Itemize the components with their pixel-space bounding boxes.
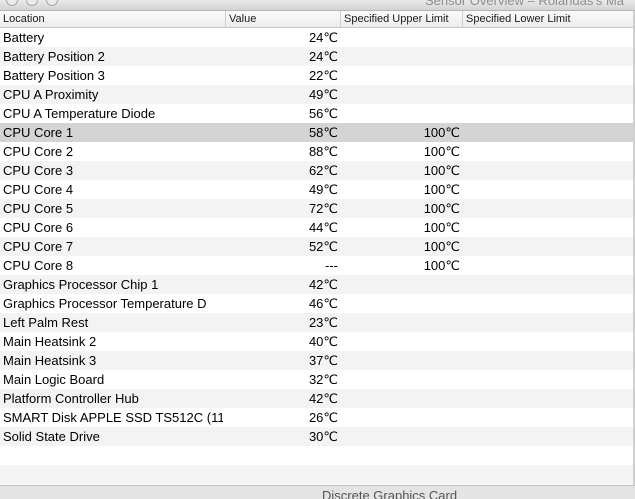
table-row[interactable]: CPU Core 6 44℃ 100℃ (0, 218, 635, 237)
table-row[interactable]: Main Heatsink 3 37℃ (0, 351, 635, 370)
row-location: Main Logic Board (3, 372, 105, 387)
row-value: 49℃ (308, 182, 338, 197)
column-header-value[interactable]: Value (226, 11, 341, 27)
table-row[interactable]: Main Logic Board 32℃ (0, 370, 635, 389)
row-location: Left Palm Rest (3, 315, 89, 330)
table-header: Location Value Specified Upper Limit Spe… (0, 11, 635, 28)
column-header-lower-limit[interactable]: Specified Lower Limit (463, 11, 635, 27)
row-location: CPU Core 3 (3, 163, 74, 178)
row-value: 42℃ (308, 277, 338, 292)
background-window-strip: Discrete Graphics Card (0, 485, 635, 499)
column-header-location[interactable]: Location (0, 11, 226, 27)
table-row[interactable]: CPU A Temperature Diode 56℃ (0, 104, 635, 123)
table-row[interactable]: CPU A Proximity 49℃ (0, 85, 635, 104)
row-value: 72℃ (308, 201, 338, 216)
row-location: CPU Core 5 (3, 201, 74, 216)
row-value: 24℃ (308, 30, 338, 45)
column-header-upper-limit[interactable]: Specified Upper Limit (341, 11, 463, 27)
table-row[interactable]: Left Palm Rest 23℃ (0, 313, 635, 332)
row-upper-limit: 100℃ (423, 182, 460, 197)
row-upper-limit: 100℃ (423, 220, 460, 235)
sensor-table-body: Battery 24℃ Battery Position 2 24℃ Battery P… (0, 28, 635, 446)
row-location: Graphics Processor Temperature D (3, 296, 207, 311)
row-value: 26℃ (308, 410, 338, 425)
minimize-window-button[interactable] (26, 0, 38, 6)
table-row[interactable]: Solid State Drive 30℃ (0, 427, 635, 446)
row-value: 49℃ (308, 87, 338, 102)
row-value: 23℃ (308, 315, 338, 330)
row-value: 32℃ (308, 372, 338, 387)
row-location: CPU Core 8 (3, 258, 74, 273)
row-location: Platform Controller Hub (3, 391, 139, 406)
row-value: 62℃ (308, 163, 338, 178)
table-row[interactable]: Battery 24℃ (0, 28, 635, 47)
row-value: 52℃ (308, 239, 338, 254)
row-value: 40℃ (308, 334, 338, 349)
table-row[interactable]: Main Heatsink 2 40℃ (0, 332, 635, 351)
table-row[interactable]: CPU Core 5 72℃ 100℃ (0, 199, 635, 218)
row-value: --- (325, 258, 338, 273)
row-location: Main Heatsink 2 (3, 334, 97, 349)
window-title: Sensor Overview – Rolandas's Ma (425, 0, 625, 8)
row-location: CPU Core 6 (3, 220, 74, 235)
row-location: CPU Core 4 (3, 182, 74, 197)
table-row[interactable]: CPU Core 8 --- 100℃ (0, 256, 635, 275)
row-location: Battery Position 3 (3, 68, 105, 83)
row-location: CPU A Temperature Diode (3, 106, 156, 121)
table-row[interactable]: CPU Core 1 58℃ 100℃ (0, 123, 635, 142)
row-value: 30℃ (308, 429, 338, 444)
row-value: 56℃ (308, 106, 338, 121)
row-upper-limit: 100℃ (423, 239, 460, 254)
close-window-button[interactable] (6, 0, 18, 6)
table-row[interactable]: Battery Position 2 24℃ (0, 47, 635, 66)
empty-row (0, 465, 635, 484)
table-row[interactable]: Battery Position 3 22℃ (0, 66, 635, 85)
row-value: 22℃ (308, 68, 338, 83)
row-upper-limit: 100℃ (423, 163, 460, 178)
table-row[interactable]: CPU Core 2 88℃ 100℃ (0, 142, 635, 161)
row-location: CPU Core 2 (3, 144, 74, 159)
table-row[interactable]: Graphics Processor Temperature D 46℃ (0, 294, 635, 313)
row-upper-limit: 100℃ (423, 258, 460, 273)
row-location: CPU A Proximity (3, 87, 99, 102)
table-row[interactable]: Graphics Processor Chip 1 42℃ (0, 275, 635, 294)
row-upper-limit: 100℃ (423, 144, 460, 159)
row-location: Solid State Drive (3, 429, 100, 444)
row-value: 42℃ (308, 391, 338, 406)
table-row[interactable]: CPU Core 7 52℃ 100℃ (0, 237, 635, 256)
row-value: 24℃ (308, 49, 338, 64)
row-value: 88℃ (308, 144, 338, 159)
row-location: Battery (3, 30, 45, 45)
row-location: Graphics Processor Chip 1 (3, 277, 159, 292)
table-row[interactable]: CPU Core 3 62℃ 100℃ (0, 161, 635, 180)
row-value: 46℃ (308, 296, 338, 311)
row-value: 44℃ (308, 220, 338, 235)
row-location: CPU Core 7 (3, 239, 74, 254)
row-location: Battery Position 2 (3, 49, 105, 64)
row-location: Main Heatsink 3 (3, 353, 97, 368)
row-upper-limit: 100℃ (423, 125, 460, 140)
row-value: 37℃ (308, 353, 338, 368)
row-location: SMART Disk APPLE SSD TS512C (11 (3, 410, 223, 425)
row-location: CPU Core 1 (3, 125, 74, 140)
empty-row (0, 446, 635, 465)
row-value: 58℃ (308, 125, 338, 140)
window-title-bar: Sensor Overview – Rolandas's Ma (0, 0, 635, 11)
zoom-window-button[interactable] (46, 0, 58, 6)
table-row[interactable]: Platform Controller Hub 42℃ (0, 389, 635, 408)
row-upper-limit: 100℃ (423, 201, 460, 216)
table-row[interactable]: SMART Disk APPLE SSD TS512C (11 26℃ (0, 408, 635, 427)
table-row[interactable]: CPU Core 4 49℃ 100℃ (0, 180, 635, 199)
